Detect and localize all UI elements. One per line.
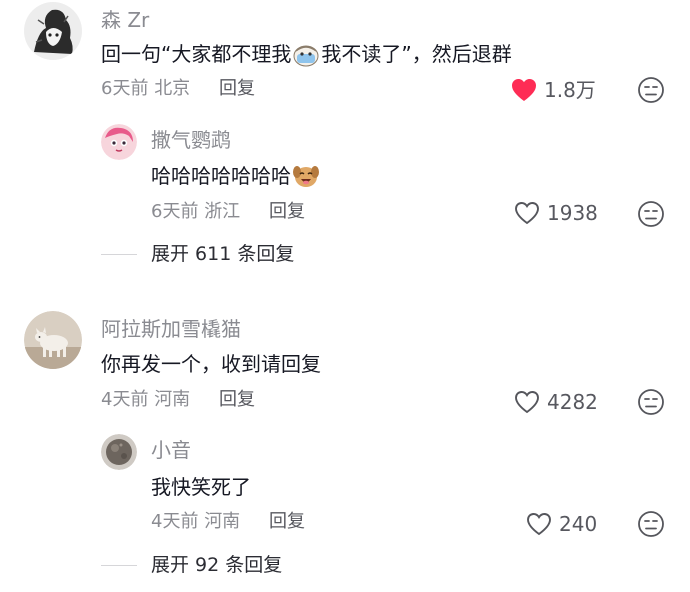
reply-text: 哈哈哈哈哈哈哈 <box>151 164 321 189</box>
expand-replies-label: 展开 92 条回复 <box>151 554 283 576</box>
comment-location: 河南 <box>154 389 191 410</box>
comment-location: 北京 <box>154 78 191 99</box>
like-count: 1938 <box>547 201 598 225</box>
dislike-face-icon[interactable] <box>637 76 665 104</box>
comment-text: 你再发一个，收到请回复 <box>101 352 321 376</box>
comment-meta: 6天前 北京 <box>101 80 190 98</box>
comment-text-part: 回一句“大家都不理我 <box>101 42 292 66</box>
like-button[interactable]: 1938 <box>513 200 598 226</box>
reply-location: 河南 <box>204 511 241 532</box>
reply-author[interactable]: 小音 <box>151 440 191 460</box>
comment-time: 6天前 <box>101 78 149 99</box>
reply-time: 6天前 <box>151 201 199 222</box>
heart-outline-icon <box>515 202 539 225</box>
reply-button[interactable]: 回复 <box>269 513 305 531</box>
comment-time: 4天前 <box>101 389 149 410</box>
comment-text-part: 我不读了”，然后退群 <box>321 42 512 66</box>
divider-line <box>101 565 137 566</box>
reply-location: 浙江 <box>204 201 241 222</box>
like-count: 240 <box>559 512 598 536</box>
reply-author[interactable]: 撒气鹦鹉 <box>151 130 231 150</box>
reply-button[interactable]: 回复 <box>219 391 255 409</box>
expand-replies-button[interactable]: 展开 611 条回复 <box>101 245 294 264</box>
reply-meta: 6天前 浙江 <box>151 203 240 221</box>
expand-replies-button[interactable]: 展开 92 条回复 <box>101 556 282 575</box>
like-button[interactable]: 1.8万 <box>510 77 596 103</box>
comment-author[interactable]: 阿拉斯加雪橇猫 <box>101 319 241 339</box>
reply-text-part: 哈哈哈哈哈哈哈 <box>151 164 291 188</box>
dislike-face-icon[interactable] <box>637 510 665 538</box>
comment-author[interactable]: 森 Zr <box>101 10 149 30</box>
avatar[interactable] <box>24 311 82 369</box>
crying-face-emoji <box>293 45 319 66</box>
reply-text: 我快笑死了 <box>151 475 251 499</box>
reply-meta: 4天前 河南 <box>151 513 240 531</box>
reply-button[interactable]: 回复 <box>219 80 255 98</box>
reply-button[interactable]: 回复 <box>269 203 305 221</box>
dislike-face-icon[interactable] <box>637 388 665 416</box>
comment-text: 回一句“大家都不理我 我不读了”，然后退群 <box>101 44 512 67</box>
avatar[interactable] <box>101 124 137 160</box>
like-button[interactable]: 4282 <box>513 389 598 415</box>
avatar[interactable] <box>24 2 82 60</box>
expand-replies-label: 展开 611 条回复 <box>151 243 295 265</box>
divider-line <box>101 254 137 255</box>
like-count: 4282 <box>547 390 598 414</box>
like-count: 1.8万 <box>544 78 596 102</box>
heart-outline-icon <box>515 391 539 414</box>
comment-meta: 4天前 河南 <box>101 391 190 409</box>
dog-laughing-emoji <box>293 165 319 187</box>
like-button[interactable]: 240 <box>525 511 597 537</box>
dislike-face-icon[interactable] <box>637 200 665 228</box>
avatar[interactable] <box>101 434 137 470</box>
heart-outline-icon <box>527 513 551 536</box>
heart-filled-icon <box>512 79 536 101</box>
reply-time: 4天前 <box>151 511 199 532</box>
